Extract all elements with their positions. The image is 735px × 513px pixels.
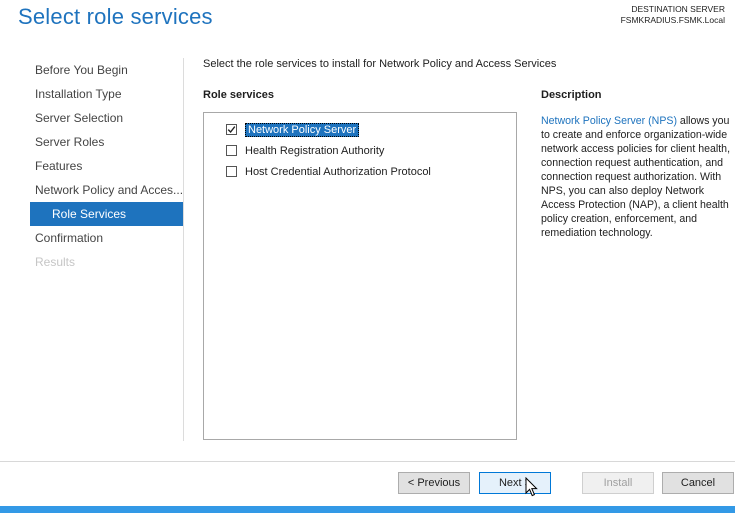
nav-item-network-policy[interactable]: Network Policy and Acces...	[30, 178, 183, 202]
checkmark-icon	[227, 126, 236, 134]
taskbar-strip	[0, 506, 735, 513]
previous-button[interactable]: < Previous	[398, 472, 470, 494]
nav-item-before-you-begin[interactable]: Before You Begin	[30, 58, 183, 82]
nav-item-server-roles[interactable]: Server Roles	[30, 130, 183, 154]
wizard-nav: Before You Begin Installation Type Serve…	[30, 58, 183, 274]
checkbox-nps[interactable]	[226, 124, 237, 135]
role-service-item-hra[interactable]: Health Registration Authority	[204, 140, 516, 161]
checkbox-hra[interactable]	[226, 145, 237, 156]
checkbox-hcap[interactable]	[226, 166, 237, 177]
nav-item-confirmation[interactable]: Confirmation	[30, 226, 183, 250]
mouse-cursor-icon	[525, 477, 538, 497]
destination-label: DESTINATION SERVER	[631, 4, 725, 14]
destination-server-info: DESTINATION SERVER FSMKRADIUS.FSMK.Local	[621, 4, 725, 26]
role-services-header: Role services	[203, 89, 274, 101]
install-button: Install	[582, 472, 654, 494]
nav-item-features[interactable]: Features	[30, 154, 183, 178]
page-title: Select role services	[18, 4, 213, 29]
nav-divider	[183, 58, 184, 441]
role-service-label[interactable]: Network Policy Server	[245, 122, 360, 137]
role-service-item-nps[interactable]: Network Policy Server	[204, 119, 516, 140]
nav-item-results: Results	[35, 255, 76, 269]
description-link[interactable]: Network Policy Server (NPS)	[541, 115, 677, 127]
description-header: Description	[541, 89, 602, 101]
instruction-text: Select the role services to install for …	[203, 58, 557, 70]
destination-server-name: FSMKRADIUS.FSMK.Local	[620, 15, 725, 25]
footer-divider	[0, 461, 735, 462]
cancel-button[interactable]: Cancel	[662, 472, 734, 494]
description-text: Network Policy Server (NPS) allows you t…	[541, 114, 731, 240]
role-service-item-hcap[interactable]: Host Credential Authorization Protocol	[204, 161, 516, 182]
role-service-label[interactable]: Host Credential Authorization Protocol	[245, 166, 431, 178]
next-button[interactable]: Next >	[479, 472, 551, 494]
role-services-list[interactable]: Network Policy Server Health Registratio…	[203, 112, 517, 440]
description-body: allows you to create and enforce organiz…	[541, 115, 731, 239]
role-service-label[interactable]: Health Registration Authority	[245, 145, 384, 157]
nav-item-server-selection[interactable]: Server Selection	[30, 106, 183, 130]
nav-item-installation-type[interactable]: Installation Type	[30, 82, 183, 106]
nav-item-role-services[interactable]: Role Services	[30, 202, 183, 226]
